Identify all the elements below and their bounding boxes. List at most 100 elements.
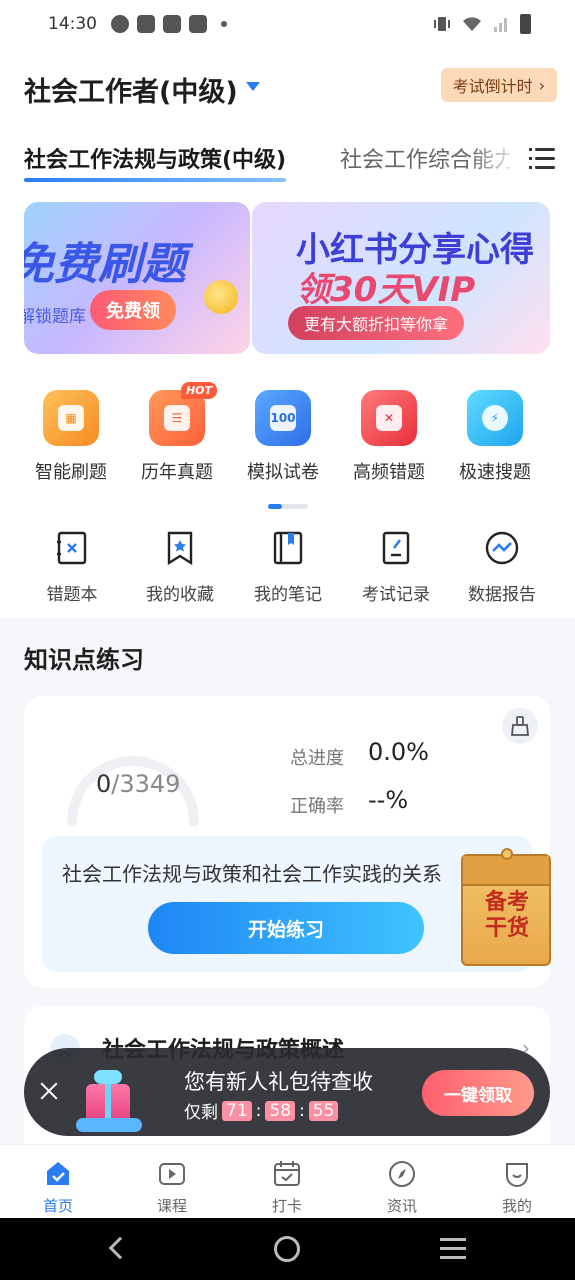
status-bar: 14:30 [0, 0, 575, 48]
close-icon[interactable] [38, 1080, 60, 1102]
notification-icon [111, 15, 129, 33]
tool-label: 数据报告 [468, 585, 536, 605]
nav-news[interactable]: 资讯 [362, 1159, 442, 1216]
home-circle-icon[interactable] [274, 1236, 300, 1262]
total-count: /3349 [111, 770, 181, 798]
system-nav-bar [0, 1218, 575, 1280]
coin-icon [204, 280, 238, 314]
quick-search-icon: ⚡ [467, 390, 523, 446]
calendar-check-icon [274, 1161, 300, 1186]
home-icon [47, 1162, 69, 1185]
badge-line1: 备考 [484, 890, 529, 915]
back-icon[interactable] [108, 1236, 132, 1260]
mail-icon [189, 15, 207, 33]
tool-quick-search[interactable]: ⚡ 极速搜题 [442, 390, 548, 484]
banner-carousel: 免费刷题 解锁题库 免费领 小红书分享心得 领30天VIP 更有大额折扣等你拿 [0, 186, 575, 370]
mail-icon [163, 15, 181, 33]
tool-label: 极速搜题 [459, 462, 531, 483]
video-course-icon [159, 1163, 185, 1185]
nav-home[interactable]: 首页 [18, 1159, 98, 1216]
banner-subtext: 解锁题库 [24, 307, 86, 327]
tool-label: 考试记录 [362, 585, 430, 605]
wifi-icon [463, 17, 481, 31]
tool-label: 我的笔记 [254, 585, 322, 605]
progress-count: 0/3349 [96, 770, 180, 798]
chevron-right-icon: › [538, 75, 545, 95]
header: 社会工作者(中级) 考试倒计时 › [0, 48, 575, 130]
progress-label: 总进度 [290, 748, 344, 769]
new-user-gift-toast: 您有新人礼包待查收 仅剩 71: 58: 55 一键领取 [24, 1048, 550, 1136]
notebook-icon [273, 531, 303, 565]
gift-icon [76, 1066, 142, 1132]
dropdown-caret-icon[interactable] [246, 82, 260, 91]
data-report-icon [485, 531, 519, 565]
signal-icon [494, 18, 507, 32]
nav-label: 打卡 [271, 1197, 302, 1215]
tool-label: 错题本 [46, 585, 98, 605]
progress-value: 0.0% [368, 738, 429, 766]
topic-box: 社会工作法规与政策和社会工作实践的关系 开始练习 [42, 836, 532, 972]
nav-checkin[interactable]: 打卡 [247, 1159, 327, 1216]
study-material-badge[interactable]: 备考 干货 [461, 848, 551, 966]
bottom-nav: 首页 课程 打卡 资讯 我的 [0, 1144, 575, 1218]
tool-exam-records[interactable]: 考试记录 [342, 530, 450, 605]
tool-label: 智能刷题 [35, 462, 107, 483]
nav-label: 首页 [42, 1197, 73, 1215]
recents-icon[interactable] [440, 1238, 466, 1260]
nav-profile[interactable]: 我的 [477, 1159, 557, 1216]
tool-data-report[interactable]: 数据报告 [448, 530, 556, 605]
mistake-book-icon [57, 531, 87, 565]
gift-title: 您有新人礼包待查收 [184, 1070, 373, 1094]
claim-gift-button[interactable]: 一键领取 [422, 1070, 534, 1116]
main-tools-grid: ▦ 智能刷题 ☰ HOT 历年真题 100 模拟试卷 ✕ 高频错题 ⚡ 极速搜题 [0, 370, 575, 526]
banner-headline: 免费刷题 [24, 239, 186, 290]
tab-law-policy[interactable]: 社会工作法规与政策(中级) [24, 142, 287, 182]
grid-pager [268, 504, 308, 509]
tool-favorites[interactable]: 我的收藏 [126, 530, 234, 605]
remain-prefix: 仅剩 [184, 1103, 218, 1123]
free-claim-pill: 免费领 [90, 290, 176, 330]
discount-pill: 更有大额折扣等你拿 [288, 306, 465, 340]
nav-label: 课程 [156, 1197, 187, 1215]
tool-label: 历年真题 [141, 462, 213, 483]
clear-record-icon[interactable] [502, 708, 538, 744]
vibrate-icon [434, 17, 450, 31]
profile-icon [506, 1163, 528, 1187]
subject-list-icon[interactable] [529, 148, 555, 170]
badge-line2: 干货 [484, 916, 529, 941]
status-time: 14:30 [48, 14, 97, 34]
exam-record-icon [382, 531, 410, 565]
battery-icon [520, 14, 531, 34]
current-topic: 社会工作法规与政策和社会工作实践的关系 [62, 862, 442, 886]
tool-frequent-errors[interactable]: ✕ 高频错题 [336, 390, 442, 484]
tool-label: 模拟试卷 [247, 462, 319, 483]
tool-past-exams[interactable]: ☰ HOT 历年真题 [124, 382, 230, 484]
exam-title[interactable]: 社会工作者(中级) [24, 70, 238, 109]
start-practice-button[interactable]: 开始练习 [148, 902, 424, 954]
tool-label: 我的收藏 [146, 585, 214, 605]
accuracy-label: 正确率 [290, 796, 344, 817]
tab-fade [470, 130, 520, 186]
hot-badge: HOT [180, 382, 217, 399]
knowledge-section-title: 知识点练习 [24, 646, 144, 674]
nav-label: 我的 [501, 1197, 532, 1215]
mock-paper-score: 100 [270, 405, 296, 431]
xiaohongshu-share-banner[interactable]: 小红书分享心得 领30天VIP 更有大额折扣等你拿 [252, 202, 550, 354]
smart-practice-icon: ▦ [43, 390, 99, 446]
exam-countdown-label: 考试倒计时 [452, 77, 533, 96]
past-exams-icon: ☰ HOT [149, 382, 217, 446]
tool-smart-practice[interactable]: ▦ 智能刷题 [18, 390, 124, 484]
secondary-tools-grid: 错题本 我的收藏 我的笔记 考试记录 数据报告 [0, 526, 575, 618]
banner-line2: 领30天VIP [296, 270, 476, 310]
tool-mistake-book[interactable]: 错题本 [18, 530, 126, 605]
more-notifications-icon [221, 21, 227, 27]
subject-tabs: 社会工作法规与政策(中级) 社会工作综合能力(中级) [0, 130, 575, 186]
countdown-hours: 71 [222, 1100, 252, 1121]
tool-notes[interactable]: 我的笔记 [234, 530, 342, 605]
nav-courses[interactable]: 课程 [132, 1159, 212, 1216]
mock-paper-icon: 100 [255, 390, 311, 446]
tool-mock-paper[interactable]: 100 模拟试卷 [230, 390, 336, 484]
exam-countdown-button[interactable]: 考试倒计时 › [440, 68, 557, 102]
nav-label: 资讯 [386, 1197, 417, 1215]
free-practice-banner[interactable]: 免费刷题 解锁题库 免费领 [24, 202, 250, 354]
